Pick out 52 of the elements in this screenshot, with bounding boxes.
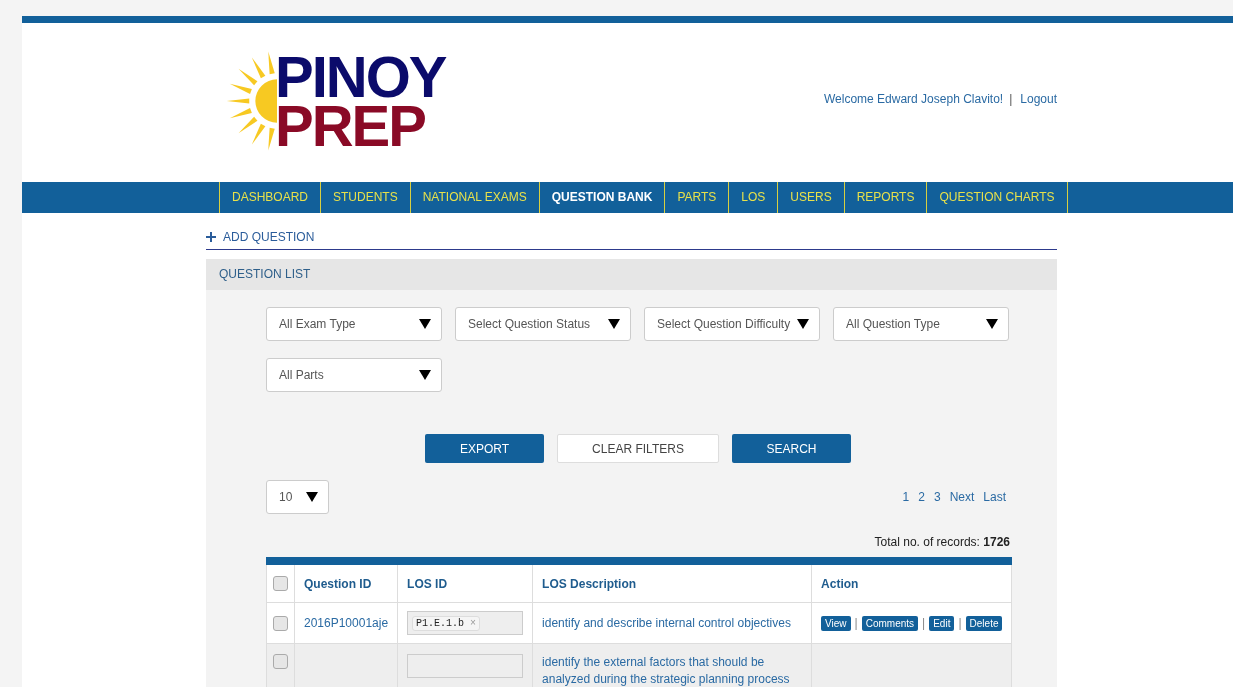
dropdown-arrow-icon — [306, 492, 318, 502]
separator-text: | — [922, 616, 926, 630]
row-checkbox[interactable] — [273, 654, 288, 669]
nav-tab[interactable]: DASHBOARD — [219, 182, 320, 213]
filter-button[interactable]: CLEAR FILTERS — [557, 434, 719, 463]
action-button[interactable]: Delete — [965, 615, 1003, 631]
action-button[interactable]: Edit — [929, 615, 955, 631]
logo-text: PINOY — [275, 51, 446, 101]
action-button[interactable]: View — [821, 615, 851, 631]
filter-dropdown[interactable]: All Parts — [266, 358, 442, 392]
filter-button[interactable]: EXPORT — [425, 434, 544, 463]
los-field[interactable] — [407, 654, 524, 678]
pagination-link[interactable]: 2 — [918, 490, 925, 504]
row-checkbox[interactable] — [273, 615, 288, 631]
nav-tab[interactable]: USERS — [777, 182, 844, 213]
nav-tab[interactable]: STUDENTS — [320, 182, 410, 213]
filter-button[interactable]: SEARCH — [732, 434, 851, 463]
separator-text: | — [958, 616, 962, 630]
select-all-checkbox[interactable] — [273, 576, 288, 591]
filter-dropdown[interactable]: Select Question Difficulty — [644, 307, 820, 341]
total-records-text: Total no. of records: 1726 — [873, 535, 1010, 549]
add-question-link[interactable]: ADD QUESTION — [206, 230, 1057, 244]
dropdown-arrow-icon — [419, 319, 431, 329]
nav-tab[interactable]: LOS — [728, 182, 778, 213]
nav-tab[interactable]: REPORTS — [843, 182, 927, 213]
logo-text: PREP — [275, 100, 425, 150]
nav-tab[interactable]: NATIONAL EXAMS — [409, 182, 539, 213]
filter-dropdown[interactable]: All Exam Type — [266, 307, 442, 341]
pagination-link[interactable]: 3 — [933, 490, 941, 504]
filter-dropdown[interactable]: All Question Type — [833, 307, 1009, 341]
panel-title: QUESTION LIST — [206, 259, 1057, 290]
page-size-dropdown[interactable]: 10 — [266, 480, 329, 514]
los-description: identify and describe internal control objectives — [542, 614, 792, 632]
los-tag: P1.E.1.b × — [412, 615, 481, 631]
los-field[interactable]: P1.E.1.b × — [407, 611, 524, 635]
separator-text: | — [1009, 91, 1013, 106]
filter-dropdown[interactable]: Select Question Status — [455, 307, 631, 341]
pagination-link[interactable]: Next — [949, 490, 975, 504]
logout-link[interactable]: Logout — [1020, 91, 1057, 106]
dropdown-arrow-icon — [986, 319, 998, 329]
nav-tab[interactable]: QUESTION BANK — [538, 182, 665, 213]
pagination-link[interactable]: 1 — [902, 490, 910, 504]
pagination-link[interactable]: Last — [983, 490, 1006, 504]
nav-tab[interactable]: PARTS — [664, 182, 729, 213]
nav-tab[interactable]: QUESTION CHARTS — [926, 182, 1068, 213]
dropdown-arrow-icon — [419, 370, 431, 380]
los-description: identify the external factors that should be analyzed during the strategic planning process — [542, 654, 791, 687]
dropdown-arrow-icon — [608, 319, 620, 329]
action-button[interactable]: Comments — [861, 615, 919, 631]
separator-text: | — [854, 616, 858, 630]
welcome-text: Welcome Edward Joseph Clavito! — [823, 91, 1004, 106]
dropdown-arrow-icon — [797, 319, 809, 329]
